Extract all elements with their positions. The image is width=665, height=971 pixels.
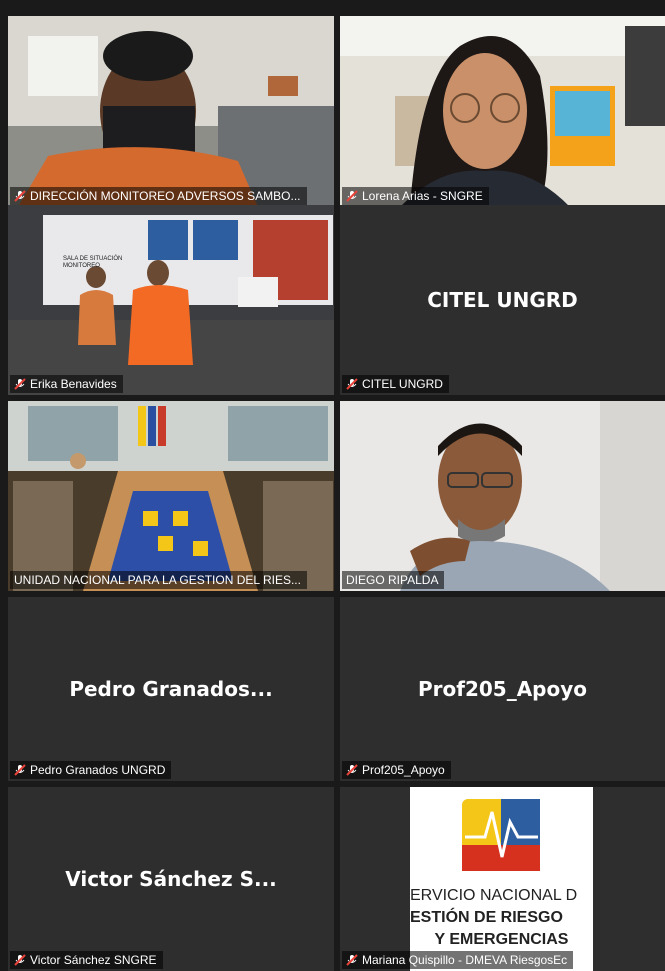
participant-tile-7[interactable]: Pedro Granados... Pedro Granados UNGRD [8,597,334,781]
participant-name-label: UNIDAD NACIONAL PARA LA GESTION DEL RIES… [10,571,307,589]
participant-name: UNIDAD NACIONAL PARA LA GESTION DEL RIES… [14,573,301,587]
participant-name-label: CITEL UNGRD [342,375,449,393]
video-feed: SALA DE SITUACIÓN MONITOREO [8,205,334,395]
logo-text-line: Y EMERGENCIAS [434,931,569,948]
participant-name: Lorena Arias - SNGRE [362,189,483,203]
participant-name: Erika Benavides [30,377,117,391]
logo-text-line: ESTIÓN DE RIESGO [410,909,563,926]
participant-display-name: Prof205_Apoyo [417,677,588,701]
participant-name-label: Mariana Quispillo - DMEVA RiesgosEc [342,951,574,969]
video-grid: DIRECCIÓN MONITOREO ADVERSOS SAMBO... Lo… [8,8,665,971]
mic-muted-icon [14,764,26,776]
sngre-emblem-icon [462,799,540,871]
mic-muted-icon [14,378,26,390]
participant-display-name: Victor Sánchez S... [65,867,277,891]
participant-tile-9[interactable]: Victor Sánchez S... Victor Sánchez SNGRE [8,787,334,971]
video-feed [340,16,665,207]
participant-name: Mariana Quispillo - DMEVA RiesgosEc [362,953,568,967]
participant-name-label: Lorena Arias - SNGRE [342,187,489,205]
participant-name: CITEL UNGRD [362,377,443,391]
participant-tile-8[interactable]: Prof205_Apoyo Prof205_Apoyo [340,597,665,781]
mic-muted-icon [346,190,358,202]
mic-muted-icon [14,954,26,966]
participant-tile-10[interactable]: ERVICIO NACIONAL D ESTIÓN DE RIESGO Y EM… [340,787,665,971]
participant-display-name: Pedro Granados... [69,677,273,701]
participant-display-name: CITEL UNGRD [427,288,578,312]
mic-muted-icon [14,190,26,202]
participant-tile-3[interactable]: SALA DE SITUACIÓN MONITOREO Erika Benavid… [8,205,334,395]
participant-tile-1[interactable]: DIRECCIÓN MONITOREO ADVERSOS SAMBO... [8,16,334,207]
participant-name: Prof205_Apoyo [362,763,445,777]
participant-name: DIRECCIÓN MONITOREO ADVERSOS SAMBO... [30,189,301,203]
mic-muted-icon [346,764,358,776]
participant-tile-5[interactable]: UNIDAD NACIONAL PARA LA GESTION DEL RIES… [8,401,334,591]
logo-text-line: ERVICIO NACIONAL D [410,887,578,904]
participant-name-label: DIRECCIÓN MONITOREO ADVERSOS SAMBO... [10,187,307,205]
mic-muted-icon [346,378,358,390]
participant-tile-4[interactable]: CITEL UNGRD CITEL UNGRD [340,205,665,395]
participant-tile-6[interactable]: DIEGO RIPALDA [340,401,665,591]
participant-name-label: Erika Benavides [10,375,123,393]
organization-logo: ERVICIO NACIONAL D ESTIÓN DE RIESGO Y EM… [410,787,593,971]
participant-name-label: Victor Sánchez SNGRE [10,951,163,969]
mic-muted-icon [346,954,358,966]
participant-name: Victor Sánchez SNGRE [30,953,157,967]
participant-name: DIEGO RIPALDA [346,573,439,587]
video-feed [8,16,334,207]
video-feed [8,401,334,591]
participant-name-label: DIEGO RIPALDA [342,571,445,589]
participant-name-label: Prof205_Apoyo [342,761,451,779]
participant-tile-2[interactable]: Lorena Arias - SNGRE [340,16,665,207]
video-feed [340,401,665,591]
participant-name-label: Pedro Granados UNGRD [10,761,172,779]
participant-name: Pedro Granados UNGRD [30,763,166,777]
